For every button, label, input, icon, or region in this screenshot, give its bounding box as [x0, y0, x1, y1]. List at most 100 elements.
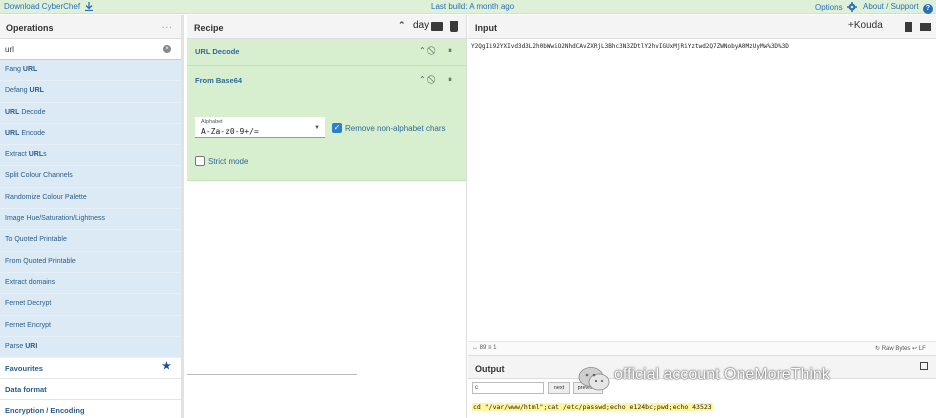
- top-banner: Download CyberChef Last build: A month a…: [0, 0, 936, 14]
- remove-nonalpha-label: Remove non-alphabet chars: [345, 124, 446, 133]
- alphabet-value: A-Za-z0-9+/=: [201, 127, 259, 136]
- download-link[interactable]: Download CyberChef: [4, 2, 94, 12]
- category-item[interactable]: Data format: [0, 379, 181, 401]
- operation-match: URL: [29, 87, 44, 95]
- operation-text: s: [43, 151, 47, 159]
- about-label: About / Support: [863, 2, 919, 11]
- operation-text: Extract: [5, 151, 29, 159]
- operation-item[interactable]: To Quoted Printable: [0, 230, 181, 252]
- trash-icon[interactable]: [905, 22, 912, 32]
- chevron-down-icon: ▼: [314, 125, 320, 131]
- operation-item[interactable]: Randomize Colour Palette: [0, 188, 181, 210]
- operation-text: To Quoted Printable: [5, 236, 67, 244]
- operation-text: Fernet Encrypt: [5, 321, 51, 329]
- operation-item[interactable]: Fernet Decrypt: [0, 294, 181, 316]
- input-stats: ↔ 89 ≡ 1: [472, 345, 497, 351]
- recipe-panel: Recipe ⌃ day URL Decode ⌃ ⃠ ⏸ From Base6…: [187, 15, 467, 418]
- operation-item[interactable]: Defang URL: [0, 81, 181, 103]
- input-title: Input: [475, 23, 497, 33]
- trash-icon[interactable]: [450, 21, 458, 32]
- operation-text: Encode: [19, 129, 46, 137]
- operation-list: Fang URL Defang URL URL Decode URL Encode Ex…: [0, 60, 181, 359]
- more-icon[interactable]: ···: [162, 23, 173, 32]
- operation-item[interactable]: Fernet Encrypt: [0, 316, 181, 337]
- find-input[interactable]: c: [472, 382, 544, 394]
- watermark: official account OneMoreThink: [578, 360, 868, 396]
- strict-mode-label: Strict mode: [208, 157, 249, 166]
- search-input[interactable]: [0, 39, 150, 59]
- star-icon[interactable]: ★: [162, 361, 171, 372]
- add-tab-button[interactable]: +Kouda: [848, 20, 883, 31]
- options-label: Options: [815, 3, 843, 12]
- operation-match: URL: [5, 129, 20, 137]
- operation-text: Fernet Decrypt: [5, 300, 52, 308]
- clear-search-icon[interactable]: ×: [163, 45, 171, 53]
- operation-text: Extract domains: [5, 278, 56, 286]
- maximize-icon[interactable]: [920, 362, 928, 370]
- operation-match: URL: [22, 66, 38, 73]
- remove-nonalpha-checkbox[interactable]: ✓: [332, 123, 342, 133]
- operation-text: Defang: [5, 87, 30, 95]
- recipe-header: Recipe ⌃ day: [187, 15, 466, 39]
- operation-text: Randomize Colour Palette: [5, 193, 87, 201]
- operation-match: URI: [25, 342, 38, 350]
- download-icon: [85, 2, 94, 12]
- operation-item[interactable]: Split Colour Channels: [0, 166, 181, 188]
- op-title: From Base64: [195, 76, 243, 85]
- category-item[interactable]: Encryption / Encoding: [0, 400, 181, 418]
- op-title: URL Decode: [195, 47, 240, 56]
- category-list: Favourites ★ Data format Encryption / Encod…: [0, 358, 181, 418]
- recipe-op-url-decode[interactable]: URL Decode ⌃ ⃠ ⏸: [187, 39, 466, 66]
- download-label: Download CyberChef: [4, 2, 81, 11]
- output-text[interactable]: cd "/var/www/html";cat /etc/passwd;echo …: [472, 403, 713, 411]
- operation-item[interactable]: Extract domains: [0, 273, 181, 295]
- input-status-bar: ↔ 89 ≡ 1 ↻ Raw Bytes ↩ LF: [468, 341, 936, 355]
- alphabet-select[interactable]: Alphabet A-Za-z0-9+/= ▼: [195, 117, 325, 138]
- operation-item[interactable]: Image Hue/Saturation/Lightness: [0, 209, 181, 231]
- operation-item[interactable]: URL Decode: [0, 103, 181, 124]
- options-link[interactable]: Options: [815, 2, 857, 12]
- recipe-op-from-base64[interactable]: From Base64 ⌃ ⃠ ⏸ Alphabet A-Za-z0-9+/= …: [187, 66, 466, 181]
- strict-mode-checkbox[interactable]: [195, 156, 205, 166]
- find-next-button[interactable]: next: [548, 382, 570, 394]
- operation-text: From Quoted Printable: [5, 257, 76, 265]
- about-link[interactable]: About / Support ?: [863, 2, 933, 14]
- folder-icon[interactable]: [431, 22, 443, 31]
- alphabet-label: Alphabet: [201, 119, 223, 125]
- operations-panel: Operations ··· × Fang URLDefang URLURL D…: [0, 15, 184, 418]
- chevron-up-icon[interactable]: ⌃: [398, 20, 406, 31]
- layout-icon[interactable]: [920, 23, 931, 31]
- operation-match: URL: [5, 108, 20, 116]
- pause-icon[interactable]: ⏸: [448, 75, 452, 85]
- day-label: day: [413, 20, 430, 31]
- input-textarea[interactable]: Y2QgIi92YXIvd3d3L2h0bWwiO2NhdCAvZXRjL3Bh…: [471, 43, 789, 50]
- operation-match: URL: [28, 151, 44, 159]
- operation-item[interactable]: Extract URLs: [0, 145, 181, 167]
- output-title: Output: [475, 364, 505, 374]
- category-item[interactable]: Favourites ★: [0, 358, 181, 380]
- wechat-icon: [578, 367, 610, 391]
- input-header: Input +Kouda: [468, 15, 936, 39]
- input-encoding[interactable]: ↻ Raw Bytes ↩ LF: [875, 345, 926, 352]
- help-icon: ?: [922, 4, 933, 14]
- operation-item[interactable]: Fang URL: [0, 60, 181, 82]
- operation-text: Decode: [19, 108, 46, 116]
- build-info[interactable]: Last build: A month ago: [431, 2, 514, 11]
- operation-text: Parse: [5, 342, 26, 350]
- category-label: Data format: [5, 385, 47, 395]
- collapse-icon[interactable]: ⌃: [419, 75, 426, 84]
- operations-header: Operations ···: [0, 15, 181, 39]
- category-label: Encryption / Encoding: [5, 406, 85, 416]
- collapse-icon[interactable]: ⌃: [419, 46, 426, 55]
- operations-title: Operations: [6, 23, 54, 33]
- operation-item[interactable]: Parse URI: [0, 337, 181, 359]
- operation-item[interactable]: URL Encode: [0, 124, 181, 146]
- io-panel: Input +Kouda Y2QgIi92YXIvd3d3L2h0bWwiO2N…: [468, 15, 936, 418]
- operations-search: ×: [0, 39, 181, 60]
- operation-text: Split Colour Channels: [5, 172, 73, 180]
- operation-item[interactable]: From Quoted Printable: [0, 252, 181, 273]
- category-label: Favourites: [5, 364, 43, 374]
- pause-icon[interactable]: ⏸: [448, 46, 452, 56]
- gear-icon: [846, 2, 857, 12]
- watermark-text: official account OneMoreThink: [614, 366, 830, 383]
